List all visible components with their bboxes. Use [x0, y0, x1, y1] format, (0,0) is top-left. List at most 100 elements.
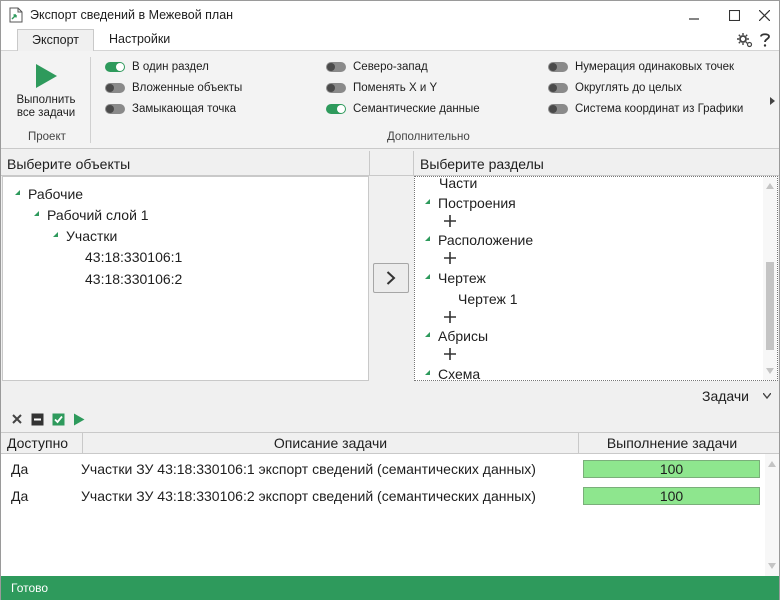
- expand-arrow-icon[interactable]: [425, 369, 430, 375]
- section-node[interactable]: Построения: [425, 193, 516, 213]
- play-icon[interactable]: [73, 413, 85, 426]
- scroll-up-icon[interactable]: [766, 182, 774, 190]
- option-label: Вложенные объекты: [132, 82, 243, 94]
- toggle-switch[interactable]: [105, 62, 125, 72]
- progress-bar: 100: [583, 487, 760, 505]
- option-numbering-same-points[interactable]: Нумерация одинаковых точек: [548, 59, 734, 75]
- plus-icon[interactable]: [443, 310, 457, 324]
- sections-tree: Части Построения Расположение Чертеж Чер…: [414, 176, 778, 381]
- check-all-icon[interactable]: [52, 413, 65, 426]
- help-icon[interactable]: [759, 32, 771, 48]
- toggle-switch[interactable]: [105, 83, 125, 93]
- column-header-description[interactable]: Описание задачи: [83, 433, 579, 454]
- plus-icon[interactable]: [443, 214, 457, 228]
- chevron-down-icon[interactable]: [763, 393, 771, 399]
- toggle-switch[interactable]: [548, 62, 568, 72]
- title-bar: Экспорт сведений в Межевой план: [1, 1, 779, 29]
- ribbon-panel: Выполнить все задачи Проект В один разде…: [1, 51, 779, 149]
- option-single-section[interactable]: В один раздел: [105, 59, 209, 75]
- option-closing-point[interactable]: Замыкающая точка: [105, 101, 236, 117]
- tree-node-label: Участки: [66, 228, 118, 244]
- plus-icon[interactable]: [443, 347, 457, 361]
- close-icon: [758, 9, 770, 21]
- option-coord-system-graphics[interactable]: Система координат из Графики: [548, 101, 743, 117]
- section-node[interactable]: Абрисы: [425, 326, 488, 346]
- middle-header: [369, 151, 413, 176]
- section-node[interactable]: Чертеж: [425, 268, 486, 288]
- move-right-button[interactable]: [373, 263, 409, 293]
- run-all-tasks-button[interactable]: Выполнить все задачи: [10, 58, 82, 130]
- delete-icon[interactable]: [11, 413, 23, 425]
- document-export-icon: [9, 7, 23, 23]
- expand-arrow-icon[interactable]: [425, 198, 430, 204]
- cell-description: Участки ЗУ 43:18:330106:2 экспорт сведен…: [81, 488, 536, 504]
- option-swap-xy[interactable]: Поменять X и Y: [326, 80, 437, 96]
- section-node[interactable]: Схема: [425, 364, 481, 381]
- toggle-switch[interactable]: [548, 83, 568, 93]
- option-northwest[interactable]: Северо-запад: [326, 59, 428, 75]
- expand-arrow-icon[interactable]: [15, 189, 20, 195]
- cell-available: Да: [11, 461, 29, 477]
- expand-arrow-icon[interactable]: [34, 210, 39, 216]
- section-label: Чертеж: [438, 270, 486, 286]
- uncheck-all-icon[interactable]: [31, 413, 44, 426]
- toggle-switch[interactable]: [326, 83, 346, 93]
- progress-value: 100: [659, 461, 684, 477]
- minimize-button[interactable]: [677, 1, 711, 29]
- option-label: Семантические данные: [353, 103, 480, 115]
- tree-leaf-parcel-2[interactable]: 43:18:330106:2: [85, 269, 182, 289]
- column-header-available[interactable]: Доступно: [1, 433, 83, 454]
- tree-node-label: Рабочий слой 1: [47, 207, 149, 223]
- tasks-section: Задачи Доступно Описание задачи Выполнен…: [1, 383, 779, 576]
- settings-gear-icon[interactable]: [737, 32, 753, 48]
- section-label: Расположение: [438, 232, 534, 248]
- chevron-right-icon: [769, 97, 775, 105]
- scroll-down-icon[interactable]: [768, 562, 776, 570]
- tasks-scrollbar[interactable]: [765, 454, 779, 576]
- tab-export[interactable]: Экспорт: [17, 29, 94, 52]
- table-row[interactable]: Да Участки ЗУ 43:18:330106:1 экспорт све…: [1, 456, 765, 482]
- column-header-progress[interactable]: Выполнение задачи: [579, 433, 765, 454]
- scroll-down-icon[interactable]: [766, 367, 774, 375]
- close-button[interactable]: [747, 1, 780, 29]
- option-label: Поменять X и Y: [353, 82, 438, 94]
- expand-arrow-icon[interactable]: [425, 331, 430, 337]
- section-label: Построения: [438, 195, 516, 211]
- expand-arrow-icon[interactable]: [53, 231, 58, 237]
- section-node[interactable]: Расположение: [425, 230, 533, 250]
- option-nested-objects[interactable]: Вложенные объекты: [105, 80, 242, 96]
- maximize-button[interactable]: [717, 1, 751, 29]
- scrollbar-thumb[interactable]: [766, 262, 774, 350]
- play-icon: [36, 64, 57, 88]
- tree-node[interactable]: Участки: [53, 226, 117, 246]
- option-semantic-data[interactable]: Семантические данные: [326, 101, 480, 117]
- selection-panels: Выберите объекты Рабочие Рабочий слой 1 …: [1, 151, 779, 381]
- toggle-switch[interactable]: [326, 62, 346, 72]
- group-label-additional: Дополнительно: [387, 131, 470, 143]
- option-round-integers[interactable]: Округлять до целых: [548, 80, 682, 96]
- progress-bar: 100: [583, 460, 760, 478]
- section-child[interactable]: Чертеж 1: [458, 289, 518, 309]
- objects-panel-header: Выберите объекты: [1, 151, 369, 176]
- section-label: Схема: [438, 366, 481, 381]
- expand-arrow-icon[interactable]: [425, 235, 430, 241]
- chevron-right-icon: [386, 271, 396, 285]
- sections-scrollbar[interactable]: [763, 177, 777, 380]
- toggle-switch[interactable]: [548, 104, 568, 114]
- plus-icon[interactable]: [443, 251, 457, 265]
- expand-arrow-icon[interactable]: [425, 273, 430, 279]
- toggle-switch[interactable]: [326, 104, 346, 114]
- ribbon-scroll-right-button[interactable]: [767, 93, 777, 109]
- cell-description: Участки ЗУ 43:18:330106:1 экспорт сведен…: [81, 461, 536, 477]
- scroll-up-icon[interactable]: [768, 460, 776, 468]
- toggle-switch[interactable]: [105, 104, 125, 114]
- tree-leaf-parcel-1[interactable]: 43:18:330106:1: [85, 247, 182, 267]
- section-node[interactable]: Части: [439, 177, 477, 193]
- tab-settings[interactable]: Настройки: [95, 29, 184, 51]
- tree-node[interactable]: Рабочий слой 1: [34, 205, 149, 225]
- tasks-toolbar: [11, 411, 85, 427]
- table-row[interactable]: Да Участки ЗУ 43:18:330106:2 экспорт све…: [1, 483, 765, 509]
- option-label: Северо-запад: [353, 61, 428, 73]
- option-label: Замыкающая точка: [132, 103, 237, 115]
- tree-node[interactable]: Рабочие: [15, 184, 83, 204]
